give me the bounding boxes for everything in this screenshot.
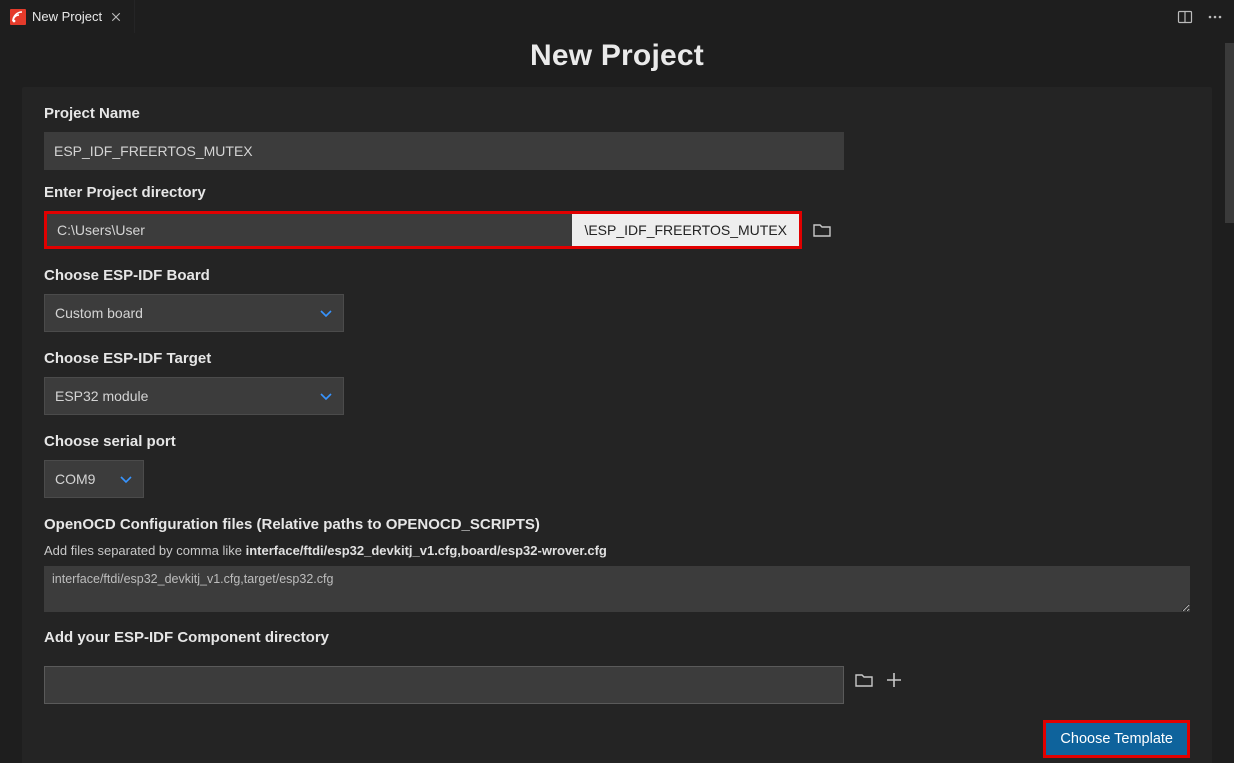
project-dir-input[interactable]	[47, 214, 572, 246]
serial-select-value: COM9	[55, 471, 95, 487]
chevron-down-icon	[319, 306, 333, 320]
chevron-down-icon	[319, 389, 333, 403]
serial-label: Choose serial port	[44, 433, 1190, 450]
tab-bar: New Project	[0, 0, 1234, 33]
browse-component-folder-icon[interactable]	[854, 670, 874, 690]
board-label: Choose ESP-IDF Board	[44, 267, 1190, 284]
tab-actions	[1174, 0, 1234, 33]
tab-new-project[interactable]: New Project	[0, 0, 135, 33]
new-project-form: Project Name Enter Project directory \ES…	[22, 87, 1212, 763]
openocd-textarea[interactable]	[44, 566, 1190, 612]
openocd-label: OpenOCD Configuration files (Relative pa…	[44, 516, 1190, 533]
project-name-label: Project Name	[44, 105, 1190, 122]
project-name-input[interactable]	[44, 132, 844, 170]
target-select[interactable]: ESP32 module	[44, 377, 344, 415]
more-actions-icon[interactable]	[1204, 6, 1226, 28]
serial-select[interactable]: COM9	[44, 460, 144, 498]
project-dir-suffix: \ESP_IDF_FREERTOS_MUTEX	[572, 214, 799, 246]
openocd-hint: Add files separated by comma like interf…	[44, 543, 1190, 558]
openocd-hint-example: interface/ftdi/esp32_devkitj_v1.cfg,boar…	[246, 543, 607, 558]
component-dir-input[interactable]	[44, 666, 844, 704]
editor-area: New Project Project Name Enter Project d…	[0, 33, 1234, 763]
project-dir-label: Enter Project directory	[44, 184, 1190, 201]
openocd-hint-text: Add files separated by comma like	[44, 543, 246, 558]
board-select-value: Custom board	[55, 305, 143, 321]
close-icon[interactable]	[108, 9, 124, 25]
scrollbar-track[interactable]	[1225, 33, 1234, 763]
add-component-icon[interactable]	[884, 670, 904, 690]
page-title: New Project	[530, 39, 704, 73]
scrollbar-thumb[interactable]	[1225, 43, 1234, 223]
project-dir-field: \ESP_IDF_FREERTOS_MUTEX	[44, 211, 802, 249]
tab-label: New Project	[32, 9, 102, 24]
tabs-container: New Project	[0, 0, 135, 33]
board-select[interactable]: Custom board	[44, 294, 344, 332]
component-dir-label: Add your ESP-IDF Component directory	[44, 629, 1190, 646]
chevron-down-icon	[119, 472, 133, 486]
espressif-icon	[10, 9, 26, 25]
target-select-value: ESP32 module	[55, 388, 148, 404]
choose-template-button[interactable]: Choose Template	[1043, 720, 1190, 758]
target-label: Choose ESP-IDF Target	[44, 350, 1190, 367]
split-editor-icon[interactable]	[1174, 6, 1196, 28]
browse-folder-icon[interactable]	[812, 220, 832, 240]
